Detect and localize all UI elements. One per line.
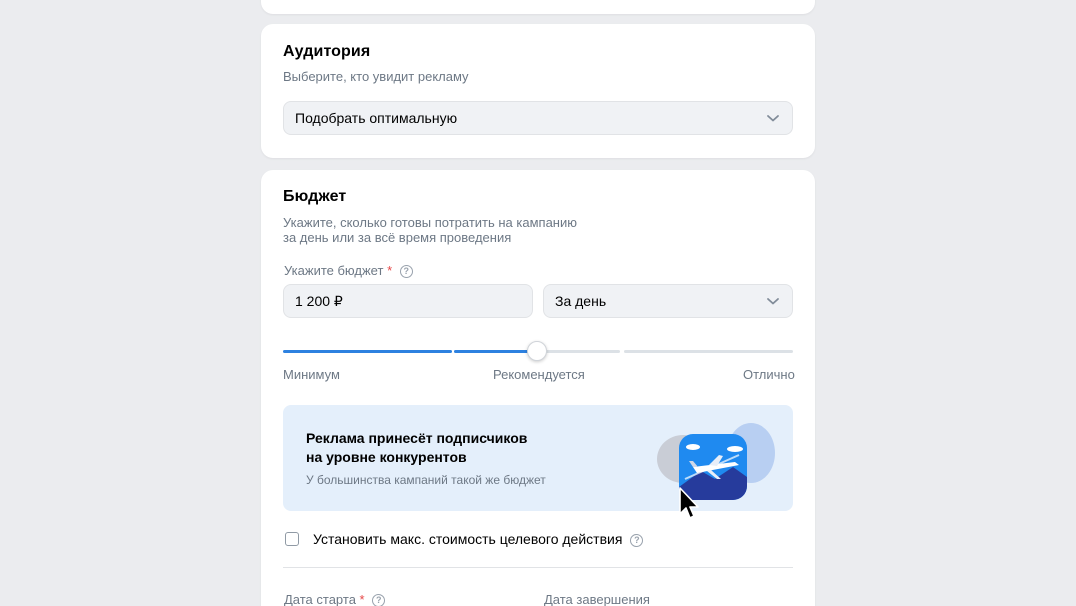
slider-label-recommended: Рекомендуется	[493, 367, 585, 382]
audience-select[interactable]: Подобрать оптимальную	[283, 101, 793, 135]
slider-segment-3	[624, 350, 793, 353]
start-date-label: Дата старта * ?	[284, 592, 386, 606]
required-mark: *	[359, 592, 365, 606]
budget-amount-input[interactable]: 1 200 ₽	[283, 284, 533, 318]
slider-segment-2-filled	[454, 350, 537, 353]
forecast-banner: Реклама принесёт подписчиков на уровне к…	[283, 405, 793, 511]
slider-segment-2-empty	[537, 350, 620, 353]
chevron-down-icon	[767, 298, 779, 305]
slider-segment-1	[283, 350, 452, 353]
end-date-label: Дата завершения	[544, 592, 650, 606]
audience-title: Аудитория	[283, 43, 371, 60]
app-frame: Аудитория Выберите, кто увидит рекламу П…	[0, 0, 1076, 606]
help-icon[interactable]: ?	[399, 265, 413, 279]
airplane-illustration-icon	[657, 423, 775, 500]
slider-label-excellent: Отлично	[743, 367, 795, 382]
slider-label-min: Минимум	[283, 367, 340, 382]
budget-period-select[interactable]: За день	[543, 284, 793, 318]
max-cost-label[interactable]: Установить макс. стоимость целевого дейс…	[313, 531, 644, 547]
banner-title-line1: Реклама принесёт подписчиков	[306, 430, 528, 446]
budget-period-value: За день	[555, 293, 607, 309]
banner-title-line2: на уровне конкурентов	[306, 449, 467, 465]
audience-select-value: Подобрать оптимальную	[295, 110, 458, 126]
budget-field-label: Укажите бюджет * ?	[284, 263, 413, 279]
audience-subtitle: Выберите, кто увидит рекламу	[283, 69, 469, 84]
start-date-label-text: Дата старта	[284, 592, 356, 606]
required-mark: *	[387, 263, 393, 278]
max-cost-label-text: Установить макс. стоимость целевого дейс…	[313, 531, 623, 547]
previous-section-card	[261, 0, 815, 14]
banner-text: У большинства кампаний такой же бюджет	[306, 473, 546, 487]
divider	[283, 567, 793, 568]
budget-subtitle-line1: Укажите, сколько готовы потратить на кам…	[283, 215, 577, 230]
budget-slider-handle[interactable]	[527, 341, 547, 361]
budget-subtitle-line2: за день или за всё время проведения	[283, 230, 512, 245]
mouse-cursor-icon	[679, 487, 699, 519]
max-cost-checkbox[interactable]	[285, 532, 299, 546]
chevron-down-icon	[767, 115, 779, 122]
budget-amount-value: 1 200 ₽	[295, 292, 343, 309]
help-icon[interactable]: ?	[630, 533, 644, 547]
budget-title: Бюджет	[283, 188, 347, 205]
budget-field-label-text: Укажите бюджет	[284, 263, 384, 278]
help-icon[interactable]: ?	[372, 594, 386, 606]
